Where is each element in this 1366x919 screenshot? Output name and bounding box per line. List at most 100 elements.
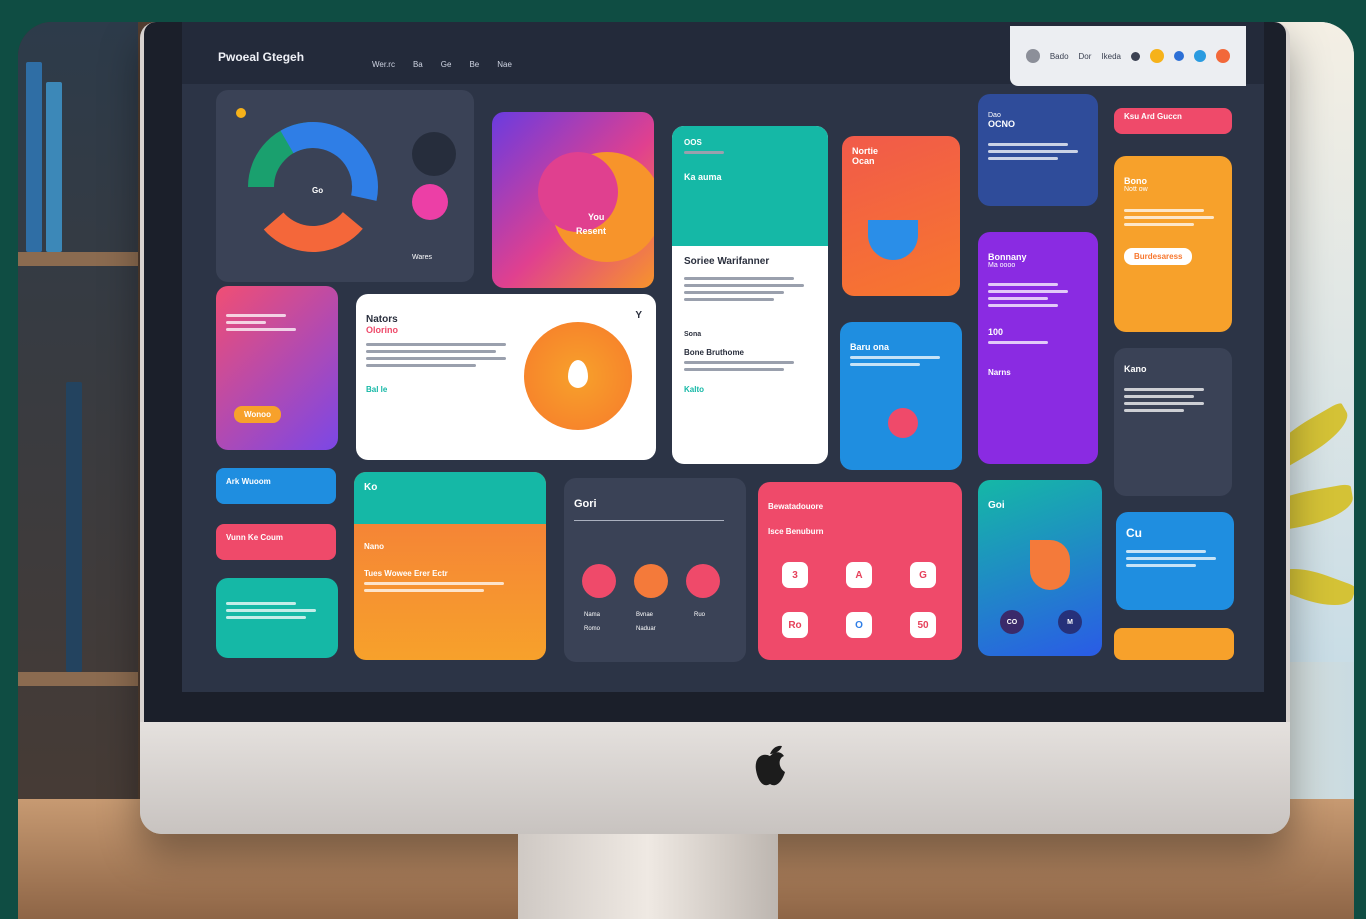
app-tile[interactable]: 3 bbox=[782, 562, 808, 588]
notification-icon[interactable] bbox=[1150, 49, 1164, 63]
text-line bbox=[988, 290, 1068, 293]
teal-blue-card[interactable]: Goi CO M bbox=[978, 480, 1102, 656]
text-line bbox=[684, 277, 794, 280]
text-line bbox=[988, 341, 1048, 344]
text-line bbox=[1124, 209, 1204, 212]
text-line bbox=[226, 616, 306, 619]
orange-bottom-card[interactable]: Ko Nano Tues Wowee Erer Ectr bbox=[354, 472, 546, 660]
drop-icon bbox=[568, 360, 588, 388]
pink-pill-button[interactable]: Vunn Ke Coum bbox=[216, 524, 336, 560]
teal-sub2: Sona bbox=[684, 331, 702, 338]
purple-card[interactable]: Bonnany Ma oooo 100 Narns bbox=[978, 232, 1098, 464]
dark-label: Nama bbox=[584, 612, 601, 618]
app-tile[interactable]: G bbox=[910, 562, 936, 588]
dark-bottom-card[interactable]: Gori Nama Bvnae Ruo Romo Naduar bbox=[564, 478, 746, 662]
toolbar-label[interactable]: Bado bbox=[1050, 52, 1069, 61]
blue-mid-title: Baru ona bbox=[850, 342, 890, 352]
moon-illustration bbox=[1030, 540, 1070, 590]
gradient-line-2: Resent bbox=[576, 226, 607, 236]
message-icon[interactable] bbox=[1174, 51, 1184, 61]
teal-small-card[interactable] bbox=[216, 578, 338, 658]
toolbar-label[interactable]: Ikeda bbox=[1101, 52, 1121, 61]
blue-mid-card[interactable]: Baru ona bbox=[840, 322, 962, 470]
app-tile[interactable]: Ro bbox=[782, 612, 808, 638]
nav-item[interactable]: Ge bbox=[441, 60, 452, 69]
text-line bbox=[988, 157, 1058, 160]
navy-card[interactable]: Dao OCNO bbox=[978, 94, 1098, 206]
bottom-icon-button[interactable]: CO bbox=[1000, 610, 1024, 634]
top-bar: Pwoeal Gtegeh Wer.rc Ba Ge Be Nae Bado D… bbox=[182, 22, 1264, 86]
nav-item[interactable]: Ba bbox=[413, 60, 423, 69]
teal-link[interactable]: Kalto bbox=[684, 385, 816, 394]
text-line bbox=[988, 150, 1078, 153]
nav-item[interactable]: Wer.rc bbox=[372, 60, 395, 69]
dark-sub-label: Naduar bbox=[636, 626, 656, 632]
orange-pill-bar[interactable] bbox=[1114, 628, 1234, 660]
blue-right-card[interactable]: Cu bbox=[1116, 512, 1234, 610]
purple-footer: Narns bbox=[988, 368, 1011, 377]
apple-logo-icon bbox=[755, 745, 785, 786]
text-line bbox=[226, 328, 296, 331]
orange-bottom-badge: Ko bbox=[364, 482, 378, 493]
orange-red-card[interactable]: Nortie Ocan bbox=[842, 136, 960, 296]
text-line bbox=[226, 609, 316, 612]
avatar[interactable] bbox=[1025, 49, 1040, 63]
bottom-icon-button[interactable]: M bbox=[1058, 610, 1082, 634]
orange-tall-button[interactable]: Burdesaress bbox=[1124, 248, 1193, 265]
screen-bezel: Pwoeal Gtegeh Wer.rc Ba Ge Be Nae Bado D… bbox=[144, 22, 1286, 722]
profile-icon[interactable] bbox=[1216, 49, 1230, 63]
pink-dot bbox=[412, 184, 448, 220]
monitor-chin bbox=[140, 722, 1290, 834]
orange-bottom-body: Nano Tues Wowee Erer Ectr bbox=[354, 524, 546, 606]
heart-icon[interactable] bbox=[888, 408, 918, 438]
white-card-title: Nators bbox=[366, 314, 398, 325]
ring-caption: Wares bbox=[412, 254, 432, 261]
purple-number: 100 bbox=[988, 327, 1004, 337]
text-line bbox=[850, 363, 920, 366]
folder-icon[interactable] bbox=[634, 564, 668, 598]
settings-icon[interactable] bbox=[1131, 51, 1140, 61]
text-line bbox=[988, 283, 1058, 286]
orange-bottom-label: Nano bbox=[364, 542, 384, 551]
teal-sub-label: Ka auma bbox=[684, 172, 722, 182]
text-line bbox=[684, 361, 794, 364]
nav-item[interactable]: Nae bbox=[497, 60, 512, 69]
camera-icon[interactable] bbox=[582, 564, 616, 598]
app-tile[interactable]: 50 bbox=[910, 612, 936, 638]
pink-bottom-card[interactable]: Bewatadouore Isce Benuburn 3 A G Ro O 50 bbox=[758, 482, 962, 660]
text-line bbox=[226, 314, 286, 317]
gradient-card[interactable]: You Resent bbox=[492, 112, 654, 288]
top-nav: Wer.rc Ba Ge Be Nae bbox=[372, 60, 512, 69]
text-line bbox=[850, 356, 940, 359]
pink-blob bbox=[538, 152, 618, 232]
blue-pill-button[interactable]: Ark Wuoom bbox=[216, 468, 336, 504]
text-line bbox=[684, 298, 774, 301]
divider bbox=[574, 520, 724, 521]
text-line bbox=[1124, 223, 1194, 226]
gray-right-card[interactable]: Kano bbox=[1114, 348, 1232, 496]
dark-bottom-title: Gori bbox=[574, 498, 597, 510]
orange-tall-line-1: Bono bbox=[1124, 176, 1147, 186]
blue-right-title: Cu bbox=[1126, 526, 1142, 540]
text-line bbox=[1126, 564, 1196, 567]
white-feature-card[interactable]: Nators Olorino Bal le Y bbox=[356, 294, 656, 460]
white-card-corner-letter: Y bbox=[635, 310, 642, 321]
app-tile[interactable]: O bbox=[846, 612, 872, 638]
teal-sub3: Bone Bruthome bbox=[684, 348, 744, 357]
navy-line-1: Dao bbox=[988, 112, 1001, 119]
book bbox=[46, 82, 62, 252]
share-icon[interactable] bbox=[686, 564, 720, 598]
teal-blue-title: Goi bbox=[988, 500, 1005, 511]
gradient-line-1: You bbox=[588, 212, 605, 222]
pink-purple-card[interactable]: Wonoo bbox=[216, 286, 338, 450]
toolbar-label[interactable]: Dor bbox=[1079, 52, 1092, 61]
orange-tall-card[interactable]: Bono Nott ow Burdesaress bbox=[1114, 156, 1232, 332]
pink-card-button[interactable]: Wonoo bbox=[234, 406, 281, 423]
globe-icon[interactable] bbox=[1194, 50, 1206, 62]
ring-chart-card[interactable]: Go Wares bbox=[216, 90, 474, 282]
teal-article-card[interactable]: OOS Ka auma Soriee Warifanner Sona Bone … bbox=[672, 126, 828, 464]
app-tile[interactable]: A bbox=[846, 562, 872, 588]
red-pill-button[interactable]: Ksu Ard Guccn bbox=[1114, 108, 1232, 134]
orange-bottom-text: Tues Wowee Erer Ectr bbox=[364, 569, 448, 578]
nav-item[interactable]: Be bbox=[469, 60, 479, 69]
